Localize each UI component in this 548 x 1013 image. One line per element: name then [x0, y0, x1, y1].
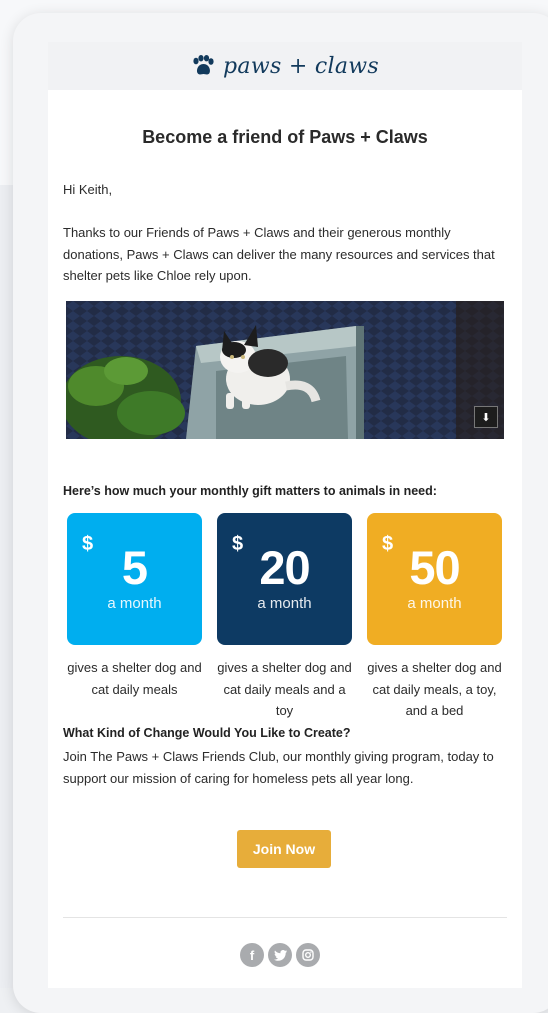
- tier-amount: 5: [121, 541, 148, 594]
- email-title: Become a friend of Paws + Claws: [142, 127, 428, 147]
- instagram-icon[interactable]: [296, 943, 320, 967]
- greeting: Hi Keith,: [63, 182, 113, 197]
- tier-card-50[interactable]: $ 50 a month: [367, 513, 502, 645]
- download-icon[interactable]: ⬇: [474, 406, 498, 428]
- social-links: f: [240, 943, 320, 967]
- twitter-icon[interactable]: [268, 943, 292, 967]
- footer-divider: [63, 917, 507, 918]
- tier-period: a month: [407, 595, 462, 612]
- email-header: paws + claws: [48, 42, 522, 90]
- tier-period: a month: [257, 595, 312, 612]
- paw-icon: [191, 55, 215, 77]
- brand-name: paws + claws: [223, 53, 379, 79]
- tier-description: gives a shelter dog and cat daily meals,…: [367, 660, 502, 718]
- tier-description: gives a shelter dog and cat daily meals …: [217, 660, 352, 718]
- join-now-button[interactable]: Join Now: [237, 830, 331, 868]
- tier-card-5[interactable]: $ 5 a month: [67, 513, 202, 645]
- hero-kitten-image: ⬇: [66, 301, 504, 439]
- tier-amount: 20: [259, 541, 310, 594]
- tier-card-20[interactable]: $ 20 a month: [217, 513, 352, 645]
- tier-description: gives a shelter dog and cat daily meals: [67, 660, 202, 697]
- gift-impact-heading: Here’s how much your monthly gift matter…: [63, 484, 437, 498]
- cta-paragraph: Join The Paws + Claws Friends Club, our …: [63, 749, 494, 786]
- intro-paragraph: Thanks to our Friends of Paws + Claws an…: [63, 225, 495, 283]
- brand-logo: paws + claws: [191, 54, 379, 79]
- cta-heading: What Kind of Change Would You Like to Cr…: [63, 726, 351, 740]
- facebook-icon[interactable]: f: [240, 943, 264, 967]
- email-body: Become a friend of Paws + Claws Hi Keith…: [48, 90, 522, 988]
- tier-amount: 50: [409, 541, 460, 594]
- tier-period: a month: [107, 595, 162, 612]
